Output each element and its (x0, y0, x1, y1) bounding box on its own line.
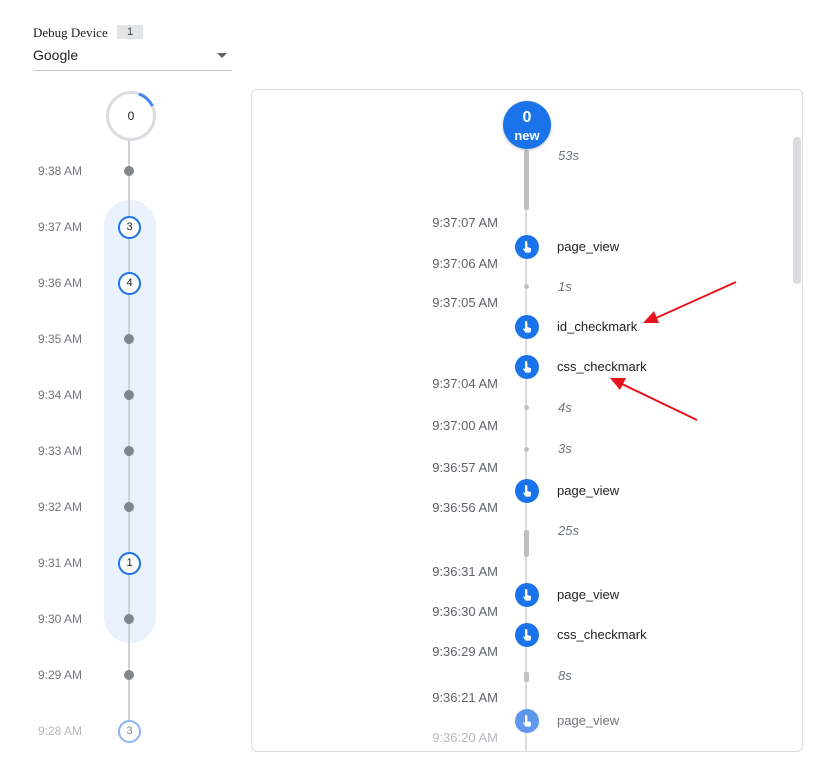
minute-time: 9:34 AM (38, 388, 83, 402)
event-name: page_view (557, 483, 620, 498)
gap-segment-25s (524, 530, 529, 557)
timestamp: 9:37:06 AM (432, 256, 498, 271)
minute-empty-dot (124, 614, 134, 624)
chevron-down-icon (217, 53, 227, 58)
minute-event-count-badge: 4 (118, 272, 141, 295)
timestamp: 9:36:30 AM (432, 604, 498, 619)
touch-icon (515, 235, 539, 259)
gap-segment-53s (524, 150, 529, 210)
event-page-view[interactable]: page_view (515, 709, 735, 733)
debug-device-selected-value: Google (33, 47, 79, 63)
minute-row-936[interactable]: 9:36 AM 4 (0, 272, 240, 295)
minute-time: 9:29 AM (38, 668, 83, 682)
event-name: css_checkmark (557, 627, 647, 642)
event-page-view[interactable]: page_view (515, 235, 735, 259)
duration-label: 4s (558, 400, 572, 415)
progress-arc (99, 84, 163, 148)
top-event-counter[interactable]: 0 (106, 91, 156, 141)
minute-time: 9:37 AM (38, 220, 83, 234)
minute-row-938[interactable]: 9:38 AM (0, 161, 240, 181)
minute-empty-dot (124, 166, 134, 176)
touch-icon (515, 315, 539, 339)
minute-row-931[interactable]: 9:31 AM 1 (0, 552, 240, 575)
gap-segment-8s (524, 672, 529, 682)
minute-event-count-badge: 1 (118, 552, 141, 575)
minute-time: 9:28 AM (38, 724, 83, 738)
timestamp: 9:37:07 AM (432, 215, 498, 230)
duration-label: 1s (558, 279, 572, 294)
event-page-view[interactable]: page_view (515, 583, 735, 607)
duration-label: 8s (558, 668, 572, 683)
minute-row-932[interactable]: 9:32 AM (0, 497, 240, 517)
minute-time: 9:33 AM (38, 444, 83, 458)
minute-empty-dot (124, 502, 134, 512)
timestamp: 9:37:05 AM (432, 295, 498, 310)
event-css-checkmark[interactable]: css_checkmark (515, 623, 735, 647)
event-page-view[interactable]: page_view (515, 479, 735, 503)
timestamp: 9:36:20 AM (432, 730, 498, 745)
minute-row-934[interactable]: 9:34 AM (0, 385, 240, 405)
new-events-button[interactable]: 0 new (503, 101, 551, 149)
minute-time: 9:31 AM (38, 556, 83, 570)
event-name: page_view (557, 239, 620, 254)
minute-time: 9:30 AM (38, 612, 83, 626)
timestamp: 9:36:29 AM (432, 644, 498, 659)
touch-icon (515, 623, 539, 647)
minute-empty-dot (124, 334, 134, 344)
new-events-count: 0 (522, 109, 532, 126)
timestamp: 9:36:31 AM (432, 564, 498, 579)
touch-icon (515, 355, 539, 379)
debug-device-dropdown[interactable]: Google (33, 44, 232, 71)
minute-time: 9:35 AM (38, 332, 83, 346)
timestamp: 9:37:04 AM (432, 376, 498, 391)
minute-row-933[interactable]: 9:33 AM (0, 441, 240, 461)
minute-row-930[interactable]: 9:30 AM (0, 609, 240, 629)
duration-label: 3s (558, 441, 572, 456)
minute-row-937[interactable]: 9:37 AM 3 (0, 216, 240, 239)
event-id-checkmark[interactable]: id_checkmark (515, 315, 735, 339)
seconds-stream-panel: 0 new 9:37:07 AM 9:37:06 AM 9:37:05 AM 9… (251, 89, 803, 752)
event-name: page_view (557, 587, 620, 602)
event-css-checkmark[interactable]: css_checkmark (515, 355, 735, 379)
minute-event-count-badge: 3 (118, 720, 141, 743)
minute-time: 9:38 AM (38, 164, 83, 178)
debug-device-label: Debug Device (33, 25, 108, 40)
minutes-active-range-highlight (104, 200, 156, 643)
new-events-label: new (514, 128, 540, 143)
minute-empty-dot (124, 446, 134, 456)
minute-time: 9:36 AM (38, 276, 83, 290)
timestamp: 9:36:56 AM (432, 500, 498, 515)
event-name: page_view (557, 713, 620, 728)
gap-dot-4s (524, 405, 529, 410)
event-name: css_checkmark (557, 359, 647, 374)
minute-row-928[interactable]: 9:28 AM 3 (0, 720, 240, 743)
timestamp: 9:37:00 AM (432, 418, 498, 433)
touch-icon (515, 583, 539, 607)
duration-label: 53s (558, 148, 579, 163)
minute-row-929[interactable]: 9:29 AM (0, 665, 240, 685)
duration-label: 25s (558, 523, 579, 538)
timestamp: 9:36:57 AM (432, 460, 498, 475)
minute-empty-dot (124, 670, 134, 680)
debug-device-count-badge: 1 (117, 25, 143, 39)
touch-icon (515, 709, 539, 733)
minute-empty-dot (124, 390, 134, 400)
minute-event-count-badge: 3 (118, 216, 141, 239)
event-name: id_checkmark (557, 319, 638, 334)
timestamp: 9:36:21 AM (432, 690, 498, 705)
touch-icon (515, 479, 539, 503)
gap-dot-1s (524, 284, 529, 289)
seconds-timeline-line (525, 130, 527, 751)
gap-dot-3s (524, 447, 529, 452)
minute-row-935[interactable]: 9:35 AM (0, 329, 240, 349)
panel-scrollbar-thumb[interactable] (793, 137, 801, 284)
minute-time: 9:32 AM (38, 500, 83, 514)
